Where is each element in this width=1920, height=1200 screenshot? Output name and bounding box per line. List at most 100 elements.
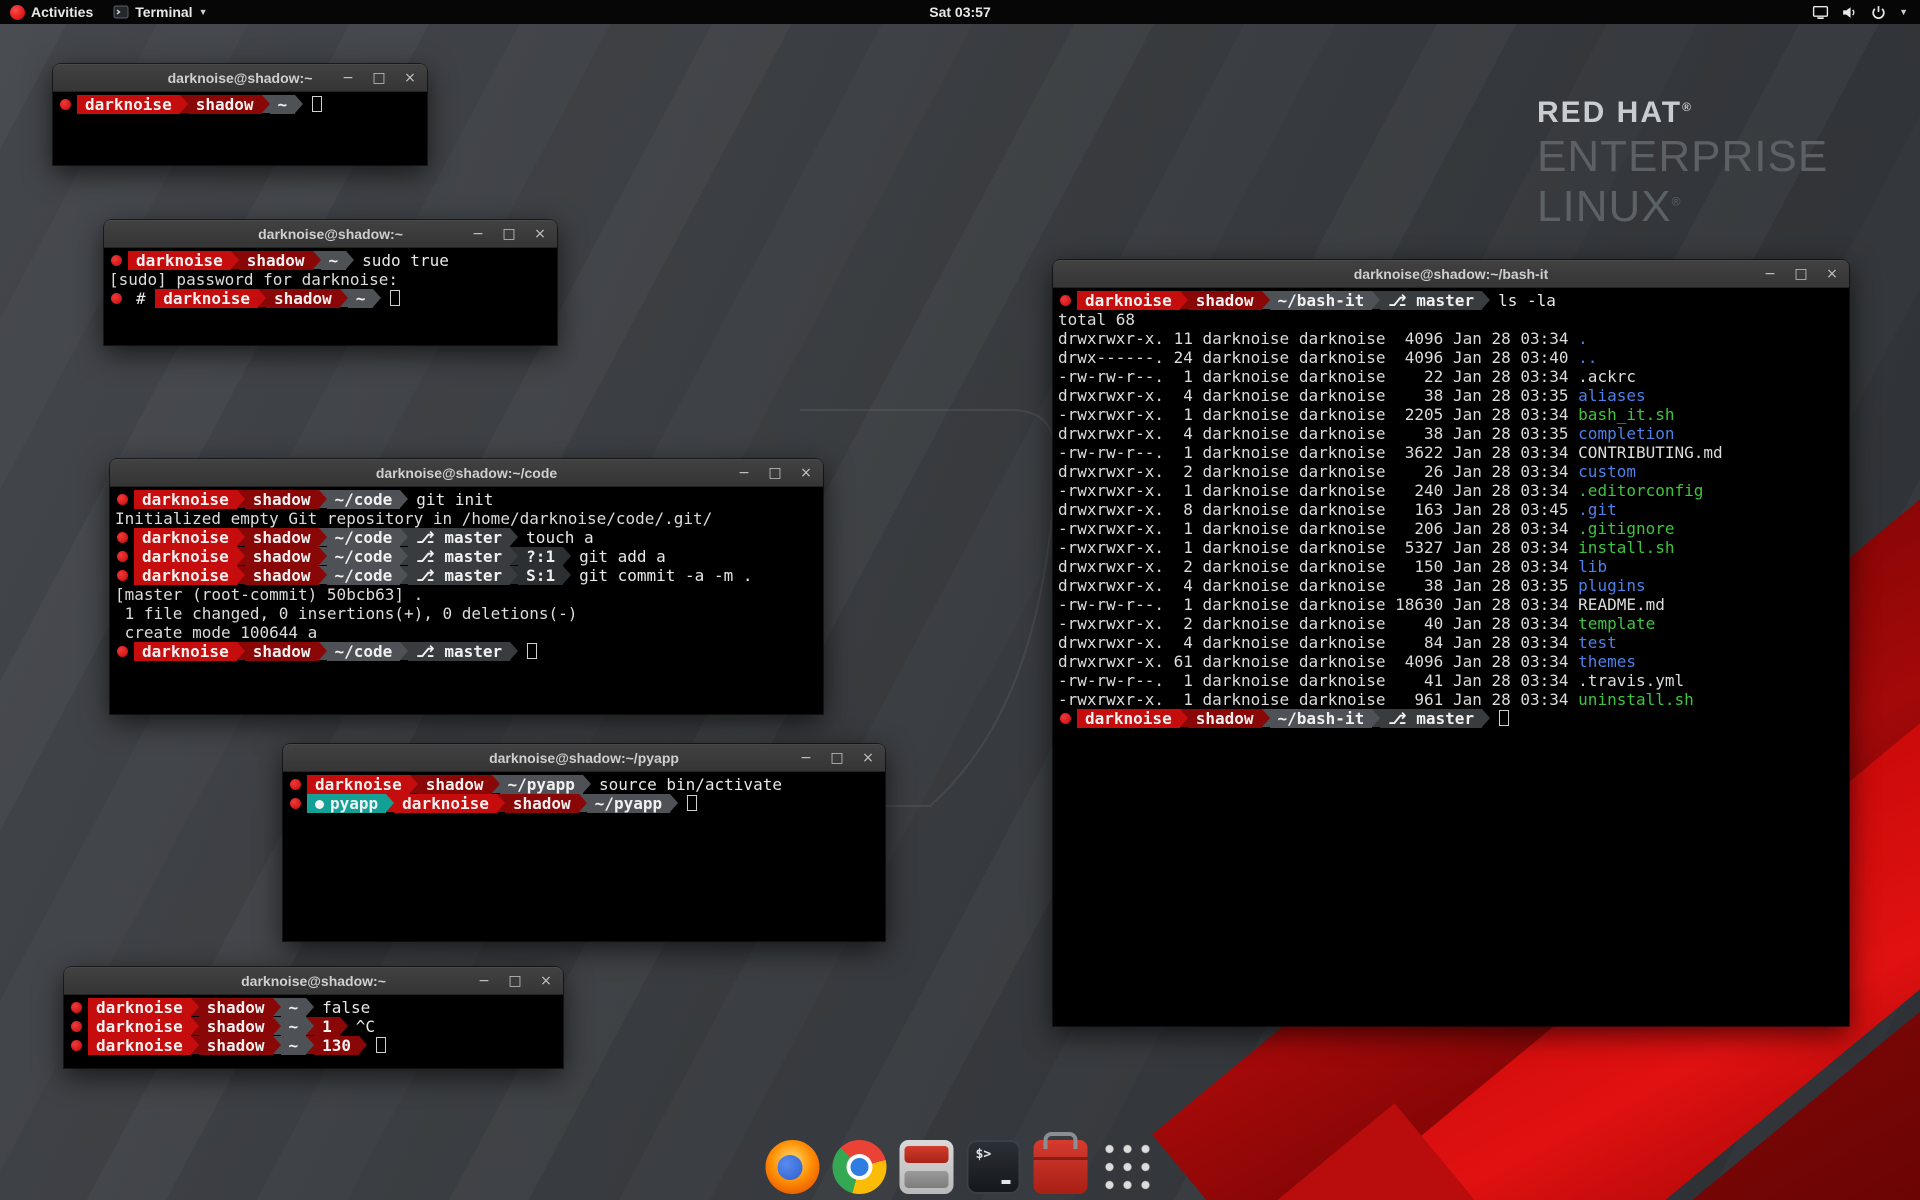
file-attributes: drwxrwxr-x. 11 darknoise darknoise 4096 …: [1058, 329, 1578, 348]
terminal-line: drwx------. 24 darknoise darknoise 4096 …: [1058, 348, 1849, 367]
terminal-body[interactable]: darknoiseshadow~sudo true[sudo] password…: [104, 248, 557, 345]
powerline-separator: [400, 642, 408, 660]
terminal-cursor: [376, 1037, 386, 1053]
dock-app-grid[interactable]: [1101, 1140, 1155, 1194]
maximize-button[interactable]: □: [372, 70, 386, 86]
close-button[interactable]: ×: [861, 750, 875, 766]
dock-firefox[interactable]: [766, 1140, 820, 1194]
maximize-button[interactable]: □: [1794, 266, 1808, 282]
prompt-segment-status: ?:1: [518, 547, 563, 566]
terminal-body[interactable]: darknoiseshadow~/codegit initInitialized…: [110, 487, 823, 714]
output-text: 1 file changed, 0 insertions(+), 0 delet…: [115, 604, 577, 623]
powerline-separator: [191, 998, 199, 1016]
powerline-separator: [237, 490, 245, 508]
titlebar[interactable]: darknoise@shadow:~ − □ ×: [104, 220, 557, 248]
terminal-line: drwxrwxr-x. 2 darknoise darknoise 26 Jan…: [1058, 462, 1849, 481]
minimize-button[interactable]: −: [477, 973, 491, 989]
close-button[interactable]: ×: [533, 226, 547, 242]
dock-toolbox[interactable]: [1034, 1140, 1088, 1194]
command-text: false: [322, 998, 370, 1017]
prompt-segment-git: ⎇ master: [1380, 291, 1482, 310]
file-name: themes: [1578, 652, 1636, 671]
terminal-line: darknoiseshadow~/code⎇ masterS:1git comm…: [115, 566, 823, 585]
titlebar[interactable]: darknoise@shadow:~ − □ ×: [64, 967, 563, 995]
minimize-button[interactable]: −: [737, 465, 751, 481]
prompt-segment-host: shadow: [245, 490, 319, 509]
power-icon[interactable]: [1870, 4, 1887, 21]
prompt-segment-host: shadow: [199, 1017, 273, 1036]
powerline-separator: [273, 1036, 281, 1054]
command-text: git commit -a -m .: [579, 566, 752, 585]
prompt-segment-user: darknoise: [307, 775, 410, 794]
volume-icon[interactable]: [1841, 4, 1858, 21]
prompt-segment-path: ~: [321, 251, 347, 270]
prompt-segment-path: ~/code: [327, 547, 401, 566]
file-name: custom: [1578, 462, 1636, 481]
redhat-logo-icon: [10, 5, 25, 20]
prompt-segment-user: darknoise: [1077, 709, 1180, 728]
app-menu[interactable]: Terminal ▼: [103, 0, 217, 24]
titlebar[interactable]: darknoise@shadow:~/pyapp − □ ×: [283, 744, 885, 772]
maximize-button[interactable]: □: [502, 226, 516, 242]
activities-button[interactable]: Activities: [0, 0, 103, 24]
prompt-segment-host: shadow: [199, 998, 273, 1017]
close-button[interactable]: ×: [403, 70, 417, 86]
terminal-line: -rwxrwxr-x. 1 darknoise darknoise 961 Ja…: [1058, 690, 1849, 709]
dock-files[interactable]: [900, 1140, 954, 1194]
powerline-separator: [510, 566, 518, 584]
prompt-segment-path: ~: [281, 1036, 307, 1055]
minimize-button[interactable]: −: [341, 70, 355, 86]
minimize-button[interactable]: −: [1763, 266, 1777, 282]
powerline-separator: [359, 1036, 367, 1054]
powerline-separator: [237, 642, 245, 660]
powerline-separator: [319, 642, 327, 660]
terminal-line: darknoiseshadow~/codegit init: [115, 490, 823, 509]
dock-terminal[interactable]: [967, 1140, 1021, 1194]
file-attributes: -rw-rw-r--. 1 darknoise darknoise 22 Jan…: [1058, 367, 1578, 386]
window-title: darknoise@shadow:~/bash-it: [1354, 266, 1549, 282]
terminal-line: -rwxrwxr-x. 1 darknoise darknoise 240 Ja…: [1058, 481, 1849, 500]
terminal-body[interactable]: darknoiseshadow~: [53, 92, 427, 165]
dock-chrome[interactable]: [833, 1140, 887, 1194]
close-button[interactable]: ×: [539, 973, 553, 989]
terminal-cursor: [687, 795, 697, 811]
chevron-down-icon[interactable]: ▼: [1899, 7, 1908, 17]
terminal-body[interactable]: darknoiseshadow~falsedarknoiseshadow~1^C…: [64, 995, 563, 1068]
maximize-button[interactable]: □: [508, 973, 522, 989]
powerline-separator: [1262, 291, 1270, 309]
window-title: darknoise@shadow:~/code: [376, 465, 557, 481]
prompt-distro-icon: [290, 798, 301, 809]
close-button[interactable]: ×: [799, 465, 813, 481]
close-button[interactable]: ×: [1825, 266, 1839, 282]
prompt-segment-git: ⎇ master: [408, 547, 510, 566]
titlebar[interactable]: darknoise@shadow:~/code − □ ×: [110, 459, 823, 487]
terminal-body[interactable]: darknoiseshadow~/bash-it⎇ masterls -lato…: [1053, 288, 1849, 1026]
registered-mark: ®: [1682, 100, 1693, 114]
terminal-line: darknoiseshadow~/pyappsource bin/activat…: [288, 775, 885, 794]
command-text: ls -la: [1498, 291, 1556, 310]
titlebar[interactable]: darknoise@shadow:~/bash-it − □ ×: [1053, 260, 1849, 288]
terminal-window-code: darknoise@shadow:~/code − □ × darknoises…: [110, 459, 823, 714]
powerline-separator: [510, 547, 518, 565]
prompt-segment-exit: 130: [314, 1036, 359, 1055]
prompt-segment-host: shadow: [199, 1036, 273, 1055]
terminal-line: drwxrwxr-x. 11 darknoise darknoise 4096 …: [1058, 329, 1849, 348]
file-attributes: drwxrwxr-x. 4 darknoise darknoise 84 Jan…: [1058, 633, 1578, 652]
powerline-separator: [400, 528, 408, 546]
titlebar[interactable]: darknoise@shadow:~ − □ ×: [53, 64, 427, 92]
minimize-button[interactable]: −: [799, 750, 813, 766]
app-menu-label: Terminal: [135, 4, 192, 20]
prompt-segment-path: ~/code: [327, 490, 401, 509]
prompt-segment-user: darknoise: [128, 251, 231, 270]
prompt-segment-host: shadow: [266, 289, 340, 308]
display-icon[interactable]: [1812, 4, 1829, 21]
minimize-button[interactable]: −: [471, 226, 485, 242]
prompt-segment-user: darknoise: [155, 289, 258, 308]
file-attributes: drwx------. 24 darknoise darknoise 4096 …: [1058, 348, 1578, 367]
clock[interactable]: Sat 03:57: [929, 4, 990, 20]
maximize-button[interactable]: □: [768, 465, 782, 481]
maximize-button[interactable]: □: [830, 750, 844, 766]
file-name: .editorconfig: [1578, 481, 1703, 500]
file-name: CONTRIBUTING.md: [1578, 443, 1723, 462]
terminal-body[interactable]: darknoiseshadow~/pyappsource bin/activat…: [283, 772, 885, 941]
